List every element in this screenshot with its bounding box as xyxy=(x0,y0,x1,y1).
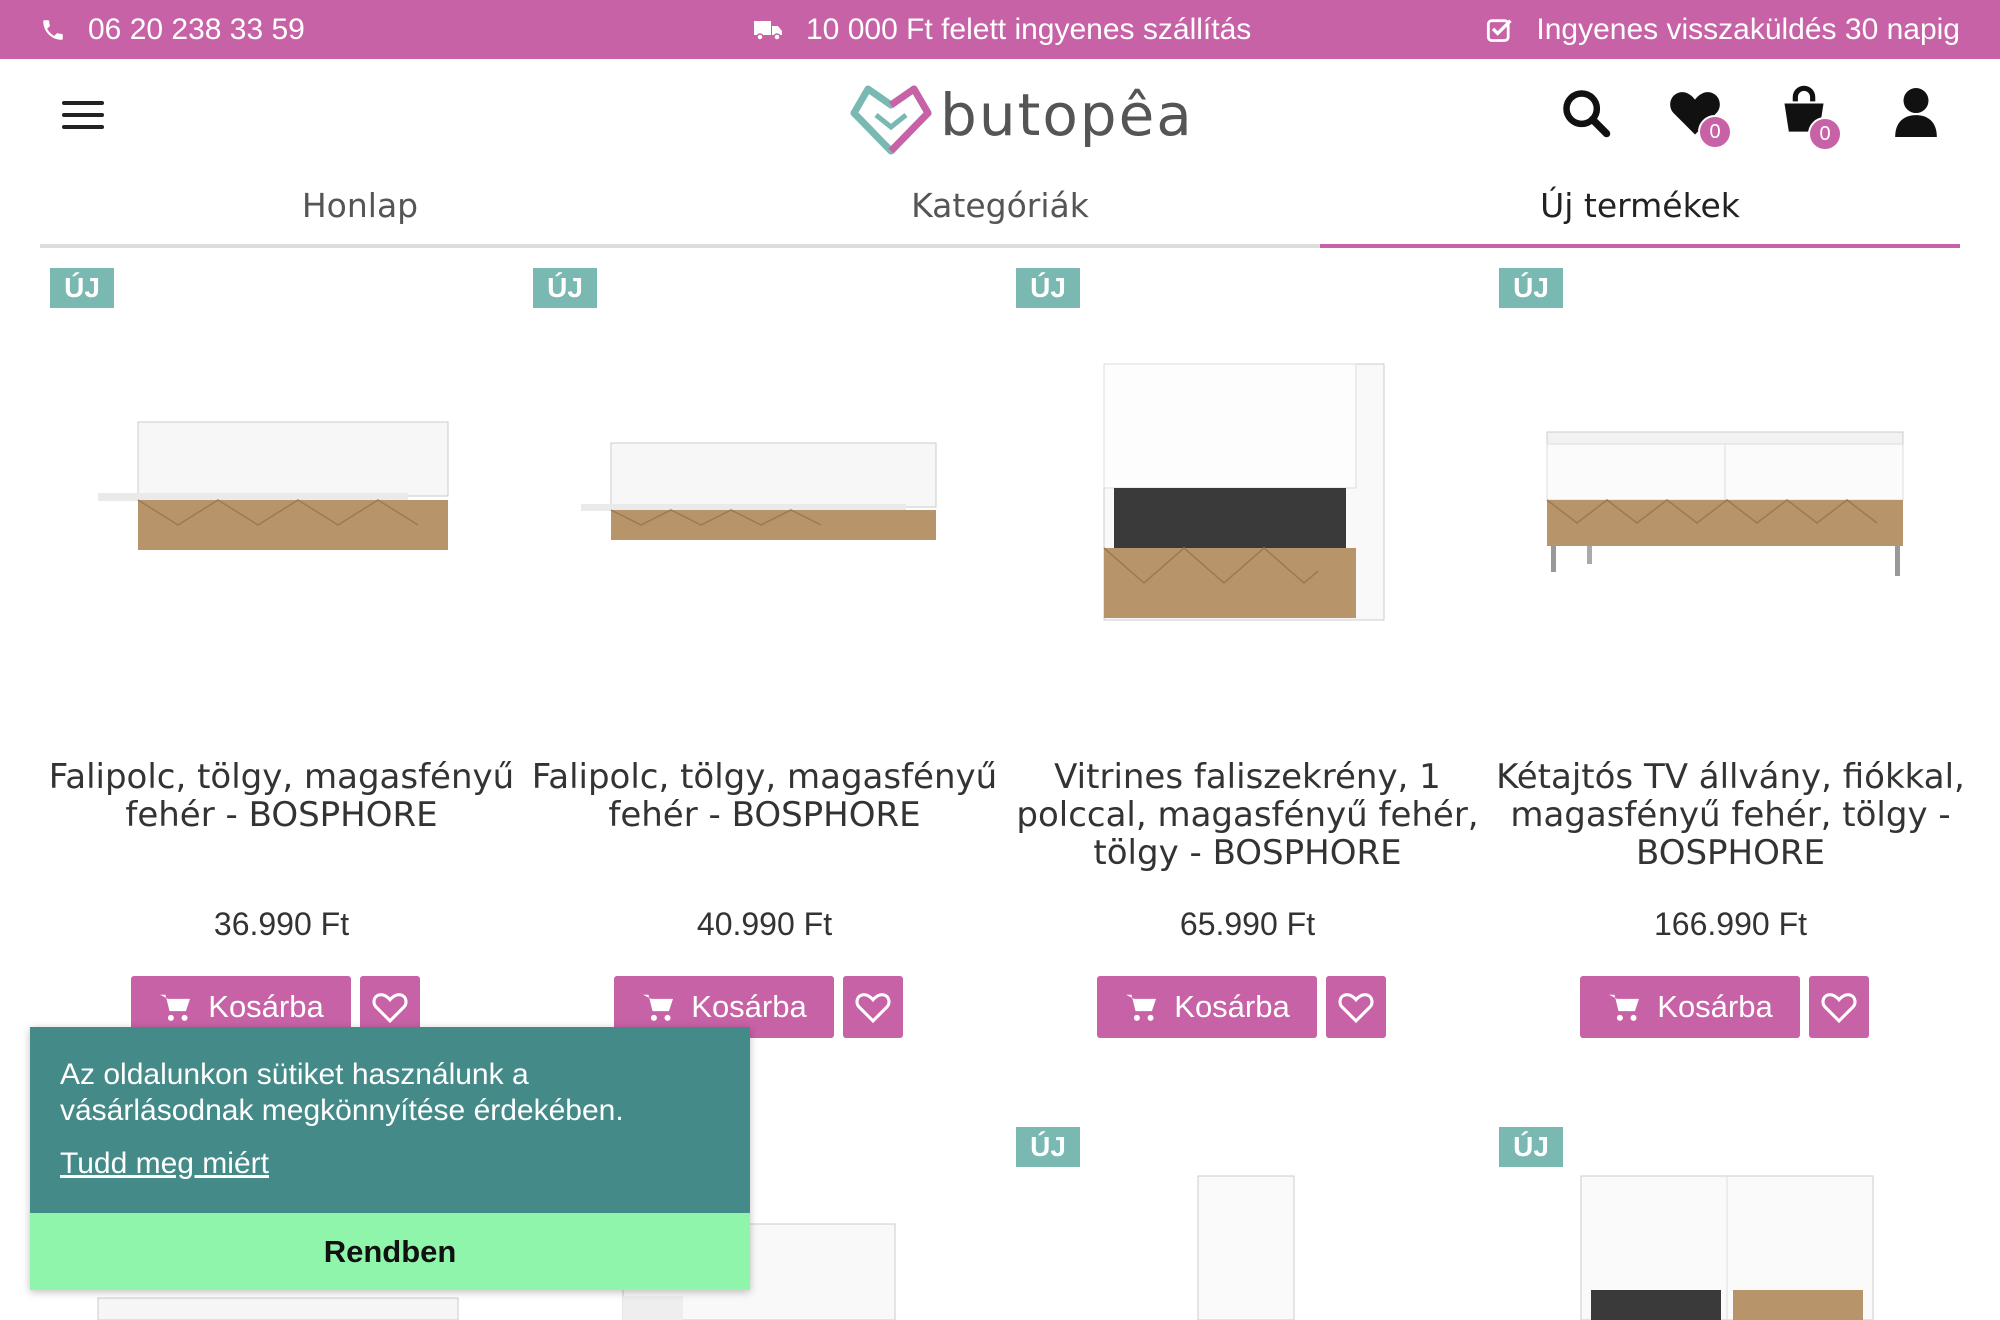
add-to-cart-label: Kosárba xyxy=(691,989,807,1024)
new-badge: ÚJ xyxy=(1016,268,1080,308)
cart-count-badge: 0 xyxy=(1808,117,1842,151)
cookie-message: Az oldalunkon sütiket használunk a vásár… xyxy=(60,1058,624,1127)
menu-icon[interactable] xyxy=(62,101,104,129)
add-to-wishlist-button[interactable] xyxy=(1809,976,1869,1038)
new-badge: ÚJ xyxy=(1499,268,1563,308)
shipping-info: 10 000 Ft felett ingyenes szállítás xyxy=(752,0,1251,59)
product-price: 40.990 Ft xyxy=(696,906,833,942)
heart-logo-icon xyxy=(850,85,932,155)
top-promo-bar: 06 20 238 33 59 10 000 Ft felett ingyene… xyxy=(0,0,2000,59)
product-image[interactable] xyxy=(1006,1110,1489,1320)
cart-icon xyxy=(1609,994,1640,1021)
cart-icon xyxy=(643,994,674,1021)
product-card[interactable]: ÚJ Falipolc, tölgy, magasfényű fehér - B… xyxy=(523,266,1006,1056)
tab-categories[interactable]: Kategóriák xyxy=(680,176,1320,248)
heart-outline-icon xyxy=(855,993,891,1024)
user-account-icon[interactable] xyxy=(1894,87,1938,142)
product-card[interactable]: ÚJ xyxy=(1006,1110,1489,1320)
checkbox-icon xyxy=(1487,18,1513,42)
shipping-text: 10 000 Ft felett ingyenes szállítás xyxy=(806,12,1252,46)
new-badge: ÚJ xyxy=(533,268,597,308)
product-price: 36.990 Ft xyxy=(213,906,350,942)
tab-new-products[interactable]: Új termékek xyxy=(1320,176,1960,248)
add-to-cart-button[interactable]: Kosárba xyxy=(1580,976,1800,1038)
phone-number: 06 20 238 33 59 xyxy=(88,12,305,46)
product-price: 166.990 Ft xyxy=(1654,906,1807,942)
cookie-accept-button[interactable]: Rendben xyxy=(30,1213,750,1290)
add-to-wishlist-button[interactable] xyxy=(843,976,903,1038)
product-image[interactable] xyxy=(40,336,523,706)
heart-outline-icon xyxy=(1821,993,1857,1024)
cookie-consent-banner: Az oldalunkon sütiket használunk a vásár… xyxy=(30,1027,750,1290)
returns-text: Ingyenes visszaküldés 30 napig xyxy=(1536,12,1960,46)
search-icon[interactable] xyxy=(1560,87,1612,144)
main-tabs: Honlap Kategóriák Új termékek xyxy=(40,176,1960,248)
product-card[interactable]: ÚJ Kétajtós TV állvány, fiókkal, magasfé… xyxy=(1489,266,1972,1056)
add-to-cart-label: Kosárba xyxy=(1174,989,1290,1024)
product-title[interactable]: Kétajtós TV állvány, fiókkal, magasfényű… xyxy=(1489,758,1972,872)
product-title[interactable]: Vitrines faliszekrény, 1 polccal, magasf… xyxy=(1006,758,1489,872)
heart-outline-icon xyxy=(1338,993,1374,1024)
new-badge: ÚJ xyxy=(50,268,114,308)
logo-text: butopêa xyxy=(940,81,1194,149)
cookie-learn-more-link[interactable]: Tudd meg miért xyxy=(60,1147,269,1181)
truck-icon xyxy=(754,20,782,41)
product-title[interactable]: Falipolc, tölgy, magasfényű fehér - BOSP… xyxy=(40,758,523,834)
site-header: butopêa 0 0 xyxy=(0,59,2000,169)
wishlist-count-badge: 0 xyxy=(1698,115,1732,149)
product-card[interactable]: ÚJ Falipolc, tölgy, magasfényű fehér - B… xyxy=(40,266,523,1056)
heart-outline-icon xyxy=(372,993,408,1024)
product-title[interactable]: Falipolc, tölgy, magasfényű fehér - BOSP… xyxy=(523,758,1006,834)
phone-contact[interactable]: 06 20 238 33 59 xyxy=(40,0,305,59)
product-image[interactable] xyxy=(523,336,1006,706)
product-card[interactable]: ÚJ xyxy=(1489,1110,1972,1320)
cart-icon xyxy=(1126,994,1157,1021)
product-image[interactable] xyxy=(1489,336,1972,706)
product-image[interactable] xyxy=(1489,1110,1972,1320)
product-image[interactable] xyxy=(1006,336,1489,706)
add-to-cart-label: Kosárba xyxy=(208,989,324,1024)
add-to-wishlist-button[interactable] xyxy=(1326,976,1386,1038)
product-price: 65.990 Ft xyxy=(1179,906,1316,942)
phone-icon xyxy=(43,19,63,40)
returns-info: Ingyenes visszaküldés 30 napig xyxy=(1486,0,1960,59)
tab-home[interactable]: Honlap xyxy=(40,176,680,248)
product-card[interactable]: ÚJ Vitrines faliszekrény, 1 polccal, mag… xyxy=(1006,266,1489,1056)
site-logo[interactable]: butopêa xyxy=(848,75,1194,155)
add-to-cart-button[interactable]: Kosárba xyxy=(1097,976,1317,1038)
cart-icon xyxy=(160,994,191,1021)
cart-button[interactable]: 0 xyxy=(1778,83,1842,151)
wishlist-button[interactable]: 0 xyxy=(1668,87,1732,149)
add-to-cart-label: Kosárba xyxy=(1657,989,1773,1024)
